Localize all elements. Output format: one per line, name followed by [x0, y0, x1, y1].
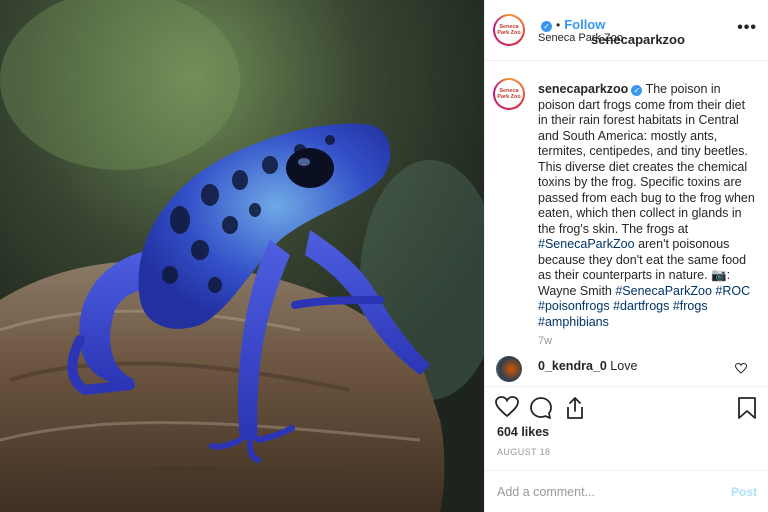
comment-body: Love [610, 359, 638, 373]
bookmark-icon[interactable] [737, 396, 757, 420]
comment-like-heart-icon[interactable] [735, 363, 747, 374]
avatar-logo-text: Seneca Park Zoo [495, 16, 523, 44]
caption-avatar[interactable]: Seneca Park Zoo [493, 78, 525, 110]
hashtag-link[interactable]: #frogs [673, 299, 708, 313]
post-date[interactable]: AUGUST 18 [497, 447, 550, 457]
verified-badge-icon: ✓ [631, 85, 643, 96]
caption-timestamp[interactable]: 7w [538, 335, 552, 347]
likes-count[interactable]: 604 likes [497, 425, 549, 439]
heart-icon[interactable] [495, 396, 519, 418]
share-icon[interactable] [563, 396, 587, 420]
post-header: Seneca Park Zoo senecaparkzoo ✓ • Follow Se… [485, 0, 768, 61]
verified-badge-icon: ✓ [541, 21, 552, 32]
post-photo[interactable] [0, 0, 484, 512]
caption-username[interactable]: senecaparkzoo [538, 82, 628, 96]
separator-dot: • [556, 18, 561, 32]
follow-button[interactable]: Follow [564, 17, 605, 32]
comment-item: 0_kendra_0 Love [485, 354, 768, 386]
post-location[interactable]: Seneca Park Zoo [538, 32, 623, 44]
hashtag-link[interactable]: #poisonfrogs [538, 299, 610, 313]
caption-body: The poison in poison dart frogs come fro… [538, 82, 755, 236]
commenter-username[interactable]: 0_kendra_0 [538, 359, 607, 373]
caption-section: Seneca Park Zoo senecaparkzoo ✓ The poiso… [485, 62, 768, 350]
hashtag-link[interactable]: #dartfrogs [613, 299, 669, 313]
commenter-avatar[interactable] [496, 356, 522, 382]
caption-text: senecaparkzoo ✓ The poison in poison dart… [538, 82, 758, 330]
post-details-panel: Seneca Park Zoo senecaparkzoo ✓ • Follow Se… [484, 0, 768, 512]
comment-input[interactable] [497, 483, 717, 501]
hashtag-link[interactable]: #ROC [715, 284, 750, 298]
hashtag-link[interactable]: #SenecaParkZoo [615, 284, 712, 298]
more-options-icon[interactable]: ••• [737, 20, 757, 36]
avatar-logo-text: Seneca Park Zoo [495, 80, 523, 108]
hashtag-link[interactable]: #SenecaParkZoo [538, 237, 635, 251]
poison-dart-frog-image [0, 0, 484, 512]
post-comment-button[interactable]: Post [731, 485, 757, 499]
action-bar: 604 likes AUGUST 18 [485, 386, 768, 476]
add-comment-bar: Post [485, 470, 768, 512]
hashtag-link[interactable]: #amphibians [538, 315, 609, 329]
account-avatar[interactable]: Seneca Park Zoo [493, 14, 525, 46]
comment-text: 0_kendra_0 Love [538, 359, 637, 373]
comment-icon[interactable] [529, 396, 553, 420]
